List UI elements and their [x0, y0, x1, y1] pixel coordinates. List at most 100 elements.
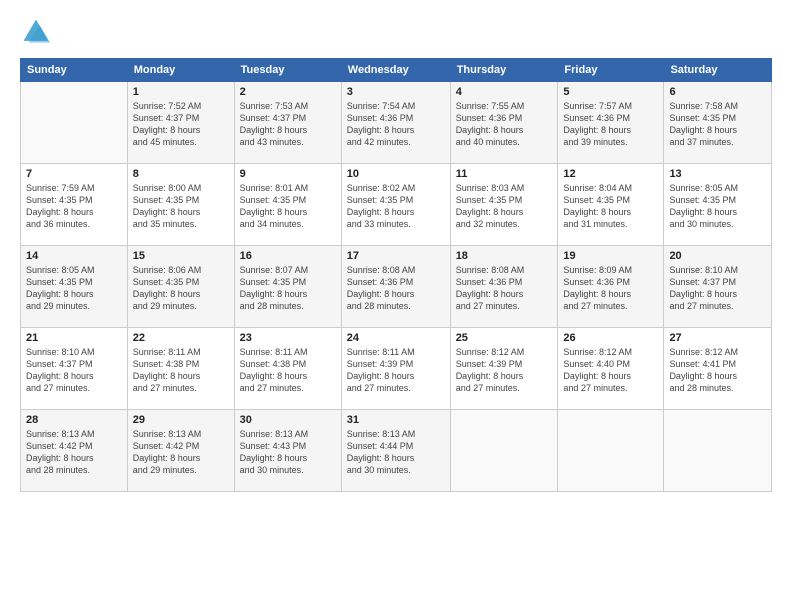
- day-info: Sunrise: 8:13 AMSunset: 4:42 PMDaylight:…: [26, 428, 122, 477]
- day-number: 29: [133, 414, 229, 426]
- weekday-header-wednesday: Wednesday: [341, 59, 450, 82]
- day-number: 7: [26, 168, 122, 180]
- calendar-cell: 19 Sunrise: 8:09 AMSunset: 4:36 PMDayligh…: [558, 246, 664, 328]
- day-info: Sunrise: 8:13 AMSunset: 4:42 PMDaylight:…: [133, 428, 229, 477]
- day-number: 6: [669, 86, 766, 98]
- day-number: 22: [133, 332, 229, 344]
- day-info: Sunrise: 8:08 AMSunset: 4:36 PMDaylight:…: [347, 264, 445, 313]
- weekday-header-tuesday: Tuesday: [234, 59, 341, 82]
- calendar-week-row: 28Sunrise: 8:13 AMSunset: 4:42 PMDayligh…: [21, 410, 772, 492]
- weekday-header-saturday: Saturday: [664, 59, 772, 82]
- day-number: 24: [347, 332, 445, 344]
- calendar-cell: 16 Sunrise: 8:07 AMSunset: 4:35 PMDayligh…: [234, 246, 341, 328]
- day-number: 13: [669, 168, 766, 180]
- calendar-cell: 17 Sunrise: 8:08 AMSunset: 4:36 PMDayligh…: [341, 246, 450, 328]
- day-info: Sunrise: 8:07 AMSunset: 4:35 PMDaylight:…: [240, 264, 336, 313]
- day-info: Sunrise: 7:54 AMSunset: 4:36 PMDaylight:…: [347, 100, 445, 149]
- calendar-cell: 10Sunrise: 8:02 AMSunset: 4:35 PMDayligh…: [341, 164, 450, 246]
- day-number: 19: [563, 250, 658, 262]
- day-info: Sunrise: 8:00 AMSunset: 4:35 PMDaylight:…: [133, 182, 229, 231]
- calendar-cell: [558, 410, 664, 492]
- header: [20, 16, 772, 48]
- calendar-table: SundayMondayTuesdayWednesdayThursdayFrid…: [20, 58, 772, 492]
- calendar-cell: [450, 410, 558, 492]
- day-number: 14: [26, 250, 122, 262]
- day-info: Sunrise: 7:57 AMSunset: 4:36 PMDaylight:…: [563, 100, 658, 149]
- weekday-header-thursday: Thursday: [450, 59, 558, 82]
- day-info: Sunrise: 8:09 AMSunset: 4:36 PMDaylight:…: [563, 264, 658, 313]
- day-info: Sunrise: 8:12 AMSunset: 4:40 PMDaylight:…: [563, 346, 658, 395]
- day-info: Sunrise: 7:52 AMSunset: 4:37 PMDaylight:…: [133, 100, 229, 149]
- calendar-cell: 11 Sunrise: 8:03 AMSunset: 4:35 PMDayligh…: [450, 164, 558, 246]
- day-number: 4: [456, 86, 553, 98]
- day-info: Sunrise: 8:10 AMSunset: 4:37 PMDaylight:…: [669, 264, 766, 313]
- day-number: 3: [347, 86, 445, 98]
- calendar-cell: 23Sunrise: 8:11 AMSunset: 4:38 PMDayligh…: [234, 328, 341, 410]
- day-number: 1: [133, 86, 229, 98]
- calendar-cell: 18 Sunrise: 8:08 AMSunset: 4:36 PMDayligh…: [450, 246, 558, 328]
- calendar-cell: 6 Sunrise: 7:58 AMSunset: 4:35 PMDaylight…: [664, 82, 772, 164]
- day-info: Sunrise: 8:04 AMSunset: 4:35 PMDaylight:…: [563, 182, 658, 231]
- day-number: 21: [26, 332, 122, 344]
- calendar-cell: 21 Sunrise: 8:10 AMSunset: 4:37 PMDayligh…: [21, 328, 128, 410]
- day-number: 15: [133, 250, 229, 262]
- day-number: 2: [240, 86, 336, 98]
- day-number: 9: [240, 168, 336, 180]
- day-number: 25: [456, 332, 553, 344]
- day-info: Sunrise: 8:03 AMSunset: 4:35 PMDaylight:…: [456, 182, 553, 231]
- calendar-cell: 27 Sunrise: 8:12 AMSunset: 4:41 PMDayligh…: [664, 328, 772, 410]
- day-info: Sunrise: 7:53 AMSunset: 4:37 PMDaylight:…: [240, 100, 336, 149]
- day-number: 27: [669, 332, 766, 344]
- calendar-cell: 3 Sunrise: 7:54 AMSunset: 4:36 PMDaylight…: [341, 82, 450, 164]
- calendar-cell: 13 Sunrise: 8:05 AMSunset: 4:35 PMDayligh…: [664, 164, 772, 246]
- calendar-cell: 25 Sunrise: 8:12 AMSunset: 4:39 PMDayligh…: [450, 328, 558, 410]
- day-info: Sunrise: 8:10 AMSunset: 4:37 PMDaylight:…: [26, 346, 122, 395]
- calendar-cell: 20Sunrise: 8:10 AMSunset: 4:37 PMDayligh…: [664, 246, 772, 328]
- calendar-cell: 8 Sunrise: 8:00 AMSunset: 4:35 PMDaylight…: [127, 164, 234, 246]
- day-number: 17: [347, 250, 445, 262]
- day-info: Sunrise: 8:05 AMSunset: 4:35 PMDaylight:…: [669, 182, 766, 231]
- day-number: 12: [563, 168, 658, 180]
- calendar-cell: 30Sunrise: 8:13 AMSunset: 4:43 PMDayligh…: [234, 410, 341, 492]
- day-number: 5: [563, 86, 658, 98]
- day-info: Sunrise: 8:02 AMSunset: 4:35 PMDaylight:…: [347, 182, 445, 231]
- day-number: 18: [456, 250, 553, 262]
- calendar-cell: 29 Sunrise: 8:13 AMSunset: 4:42 PMDayligh…: [127, 410, 234, 492]
- day-number: 16: [240, 250, 336, 262]
- day-info: Sunrise: 8:08 AMSunset: 4:36 PMDaylight:…: [456, 264, 553, 313]
- day-number: 26: [563, 332, 658, 344]
- calendar-cell: 12 Sunrise: 8:04 AMSunset: 4:35 PMDayligh…: [558, 164, 664, 246]
- calendar-cell: 7 Sunrise: 7:59 AMSunset: 4:35 PMDaylight…: [21, 164, 128, 246]
- calendar-cell: 4 Sunrise: 7:55 AMSunset: 4:36 PMDaylight…: [450, 82, 558, 164]
- day-info: Sunrise: 7:55 AMSunset: 4:36 PMDaylight:…: [456, 100, 553, 149]
- weekday-header-friday: Friday: [558, 59, 664, 82]
- day-number: 11: [456, 168, 553, 180]
- calendar-cell: [664, 410, 772, 492]
- day-number: 30: [240, 414, 336, 426]
- day-info: Sunrise: 8:11 AMSunset: 4:39 PMDaylight:…: [347, 346, 445, 395]
- logo-icon: [20, 16, 52, 48]
- calendar-cell: 1 Sunrise: 7:52 AMSunset: 4:37 PMDaylight…: [127, 82, 234, 164]
- calendar-week-row: 14 Sunrise: 8:05 AMSunset: 4:35 PMDayligh…: [21, 246, 772, 328]
- day-info: Sunrise: 8:11 AMSunset: 4:38 PMDaylight:…: [133, 346, 229, 395]
- calendar-cell: 31Sunrise: 8:13 AMSunset: 4:44 PMDayligh…: [341, 410, 450, 492]
- calendar-cell: 26 Sunrise: 8:12 AMSunset: 4:40 PMDayligh…: [558, 328, 664, 410]
- weekday-header-sunday: Sunday: [21, 59, 128, 82]
- day-info: Sunrise: 8:05 AMSunset: 4:35 PMDaylight:…: [26, 264, 122, 313]
- calendar-cell: 14 Sunrise: 8:05 AMSunset: 4:35 PMDayligh…: [21, 246, 128, 328]
- calendar-cell: 15Sunrise: 8:06 AMSunset: 4:35 PMDayligh…: [127, 246, 234, 328]
- calendar-cell: 5 Sunrise: 7:57 AMSunset: 4:36 PMDaylight…: [558, 82, 664, 164]
- day-info: Sunrise: 7:58 AMSunset: 4:35 PMDaylight:…: [669, 100, 766, 149]
- weekday-header-row: SundayMondayTuesdayWednesdayThursdayFrid…: [21, 59, 772, 82]
- day-number: 8: [133, 168, 229, 180]
- day-info: Sunrise: 7:59 AMSunset: 4:35 PMDaylight:…: [26, 182, 122, 231]
- day-info: Sunrise: 8:12 AMSunset: 4:39 PMDaylight:…: [456, 346, 553, 395]
- calendar-cell: 22 Sunrise: 8:11 AMSunset: 4:38 PMDayligh…: [127, 328, 234, 410]
- day-info: Sunrise: 8:01 AMSunset: 4:35 PMDaylight:…: [240, 182, 336, 231]
- calendar-cell: [21, 82, 128, 164]
- day-info: Sunrise: 8:11 AMSunset: 4:38 PMDaylight:…: [240, 346, 336, 395]
- day-number: 31: [347, 414, 445, 426]
- day-info: Sunrise: 8:12 AMSunset: 4:41 PMDaylight:…: [669, 346, 766, 395]
- calendar-week-row: 1 Sunrise: 7:52 AMSunset: 4:37 PMDaylight…: [21, 82, 772, 164]
- calendar-cell: 24 Sunrise: 8:11 AMSunset: 4:39 PMDayligh…: [341, 328, 450, 410]
